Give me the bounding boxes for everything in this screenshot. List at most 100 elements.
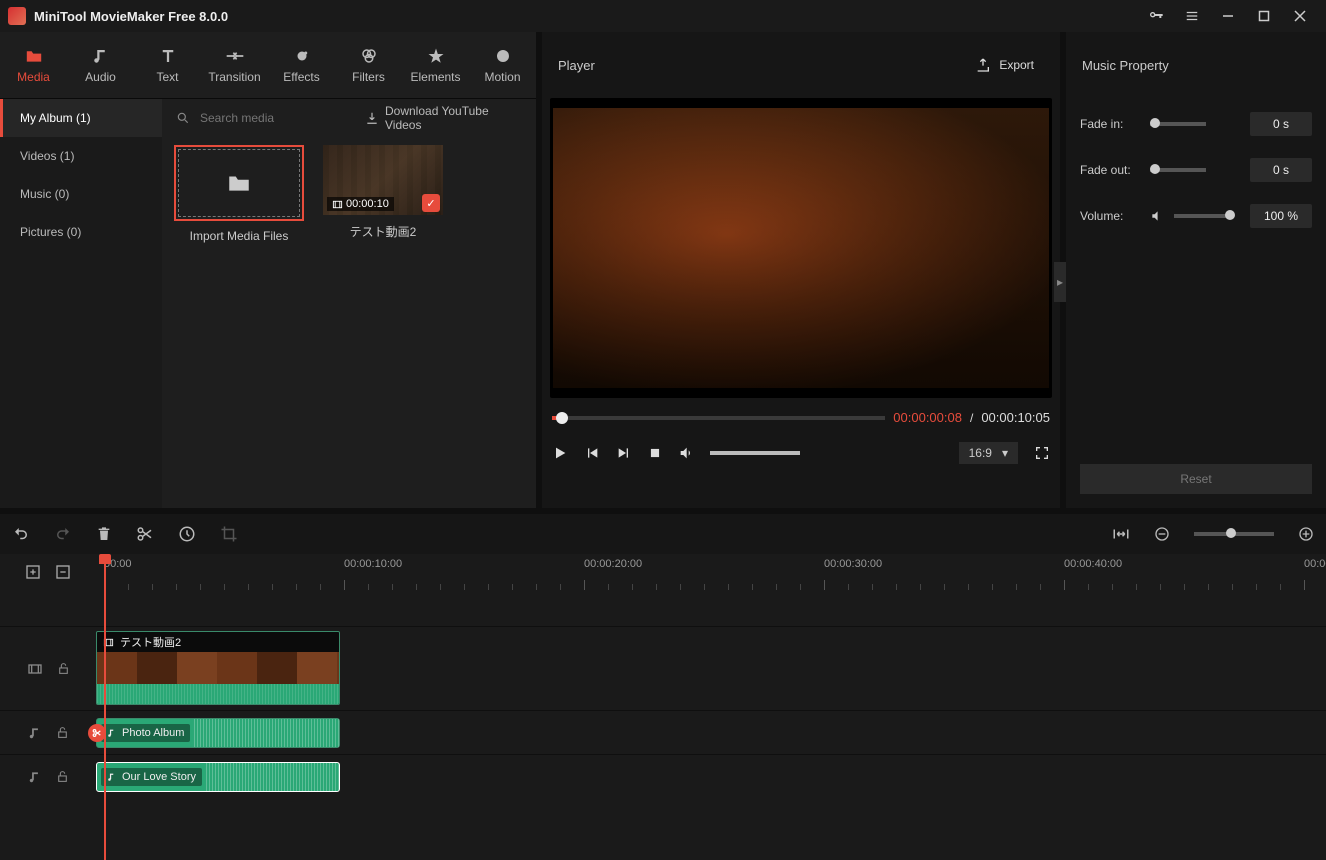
audio-clip-name: Photo Album — [122, 727, 184, 739]
tab-label: Transition — [208, 70, 260, 84]
split-icon[interactable] — [136, 525, 154, 543]
activate-key-icon[interactable] — [1138, 0, 1174, 32]
add-track-icon[interactable] — [25, 564, 41, 580]
zoom-slider[interactable] — [1194, 532, 1274, 536]
app-title: MiniTool MovieMaker Free 8.0.0 — [34, 9, 1138, 24]
tab-label: Text — [156, 70, 178, 84]
tab-motion[interactable]: Motion — [469, 32, 536, 98]
tab-audio[interactable]: Audio — [67, 32, 134, 98]
tab-label: Filters — [352, 70, 385, 84]
current-time: 00:00:00:08 — [893, 410, 962, 425]
audio-track-icon — [28, 770, 42, 784]
aspect-ratio-select[interactable]: 16:9▾ — [959, 442, 1018, 464]
maximize-icon[interactable] — [1246, 0, 1282, 32]
export-button[interactable]: Export — [965, 51, 1044, 79]
redo-icon[interactable] — [54, 525, 72, 543]
music-note-icon — [107, 772, 117, 782]
remove-track-icon[interactable] — [55, 564, 71, 580]
timeline-toolbar — [0, 514, 1326, 554]
prev-frame-icon[interactable] — [584, 445, 600, 461]
tab-media[interactable]: Media — [0, 32, 67, 98]
fade-in-slider[interactable] — [1150, 122, 1206, 126]
sidebar-item-label: Music (0) — [20, 187, 69, 201]
clip-name: テスト動画2 — [350, 223, 417, 240]
audio-clip-name: Our Love Story — [122, 771, 196, 783]
sidebar-item-label: Videos (1) — [20, 149, 74, 163]
download-icon — [365, 111, 379, 125]
tab-effects[interactable]: Effects — [268, 32, 335, 98]
folder-icon — [24, 46, 44, 66]
timeline-video-clip[interactable]: テスト動画2 — [96, 631, 340, 705]
tab-label: Effects — [283, 70, 319, 84]
preview-viewport[interactable] — [550, 98, 1052, 398]
playback-progress-bar[interactable] — [552, 416, 885, 420]
tab-text[interactable]: Text — [134, 32, 201, 98]
tab-transition[interactable]: Transition — [201, 32, 268, 98]
lock-icon[interactable] — [56, 725, 69, 740]
volume-icon[interactable] — [678, 445, 694, 461]
sidebar-item-videos[interactable]: Videos (1) — [0, 137, 162, 175]
fade-in-value: 0 s — [1250, 112, 1312, 136]
filters-icon — [360, 46, 378, 66]
export-icon — [975, 57, 991, 73]
category-tabs: Media Audio Text Transition Effects Filt… — [0, 32, 536, 98]
tab-filters[interactable]: Filters — [335, 32, 402, 98]
fade-in-row: Fade in: 0 s — [1080, 112, 1312, 136]
timeline-audio-clip-selected[interactable]: Our Love Story — [96, 762, 340, 792]
volume-label: Volume: — [1080, 209, 1140, 223]
clip-thumbnail: 00:00:10 ✓ — [323, 145, 443, 215]
fade-out-slider[interactable] — [1150, 168, 1206, 172]
fullscreen-icon[interactable] — [1034, 445, 1050, 461]
playhead[interactable] — [104, 554, 106, 860]
media-sidebar: My Album (1) Videos (1) Music (0) Pictur… — [0, 99, 162, 508]
tab-label: Audio — [85, 70, 116, 84]
sidebar-item-my-album[interactable]: My Album (1) — [0, 99, 162, 137]
sidebar-item-music[interactable]: Music (0) — [0, 175, 162, 213]
duration-badge: 00:00:10 — [327, 197, 394, 211]
zoom-in-icon[interactable] — [1298, 526, 1314, 542]
lock-icon[interactable] — [56, 769, 69, 784]
check-icon: ✓ — [422, 194, 440, 212]
volume-value: 100 % — [1250, 204, 1312, 228]
property-title: Music Property — [1066, 32, 1326, 98]
sidebar-item-label: My Album (1) — [20, 111, 91, 125]
play-icon[interactable] — [552, 445, 568, 461]
undo-icon[interactable] — [12, 525, 30, 543]
ruler-time-label: 00:00:50:0 — [1304, 558, 1326, 570]
app-logo — [8, 7, 26, 25]
import-media-tile[interactable]: Import Media Files — [174, 145, 304, 243]
search-input[interactable] — [200, 111, 355, 125]
minimize-icon[interactable] — [1210, 0, 1246, 32]
media-clip-tile[interactable]: 00:00:10 ✓ テスト動画2 — [318, 145, 448, 240]
volume-slider[interactable] — [1174, 214, 1230, 218]
preview-frame — [553, 108, 1049, 388]
tab-label: Elements — [410, 70, 460, 84]
speed-icon[interactable] — [178, 525, 196, 543]
fade-out-row: Fade out: 0 s — [1080, 158, 1312, 182]
hamburger-menu-icon[interactable] — [1174, 0, 1210, 32]
reset-button[interactable]: Reset — [1080, 464, 1312, 494]
download-youtube-link[interactable]: Download YouTube Videos — [365, 104, 522, 132]
split-handle-icon[interactable] — [88, 724, 106, 742]
property-panel: ▸ Music Property Fade in: 0 s Fade out: … — [1066, 32, 1326, 508]
zoom-out-icon[interactable] — [1154, 526, 1170, 542]
fit-timeline-icon[interactable] — [1112, 527, 1130, 541]
lock-icon[interactable] — [57, 661, 70, 676]
volume-slider[interactable] — [710, 451, 800, 455]
delete-icon[interactable] — [96, 525, 112, 543]
titlebar: MiniTool MovieMaker Free 8.0.0 — [0, 0, 1326, 32]
collapse-handle-icon[interactable]: ▸ — [1054, 262, 1066, 302]
film-icon — [332, 199, 343, 210]
media-area: Download YouTube Videos Import Media Fil… — [162, 99, 536, 508]
tab-elements[interactable]: Elements — [402, 32, 469, 98]
sidebar-item-pictures[interactable]: Pictures (0) — [0, 213, 162, 251]
next-frame-icon[interactable] — [616, 445, 632, 461]
ruler-time-label: 00:00:30:00 — [824, 558, 882, 570]
crop-icon[interactable] — [220, 525, 238, 543]
stop-icon[interactable] — [648, 446, 662, 460]
ruler-time-label: 00:00:10:00 — [344, 558, 402, 570]
time-ruler[interactable]: 00:0000:00:10:0000:00:20:0000:00:30:0000… — [96, 554, 1326, 590]
speaker-icon — [1150, 209, 1164, 223]
timeline-audio-clip[interactable]: Photo Album — [96, 718, 340, 748]
close-icon[interactable] — [1282, 0, 1318, 32]
